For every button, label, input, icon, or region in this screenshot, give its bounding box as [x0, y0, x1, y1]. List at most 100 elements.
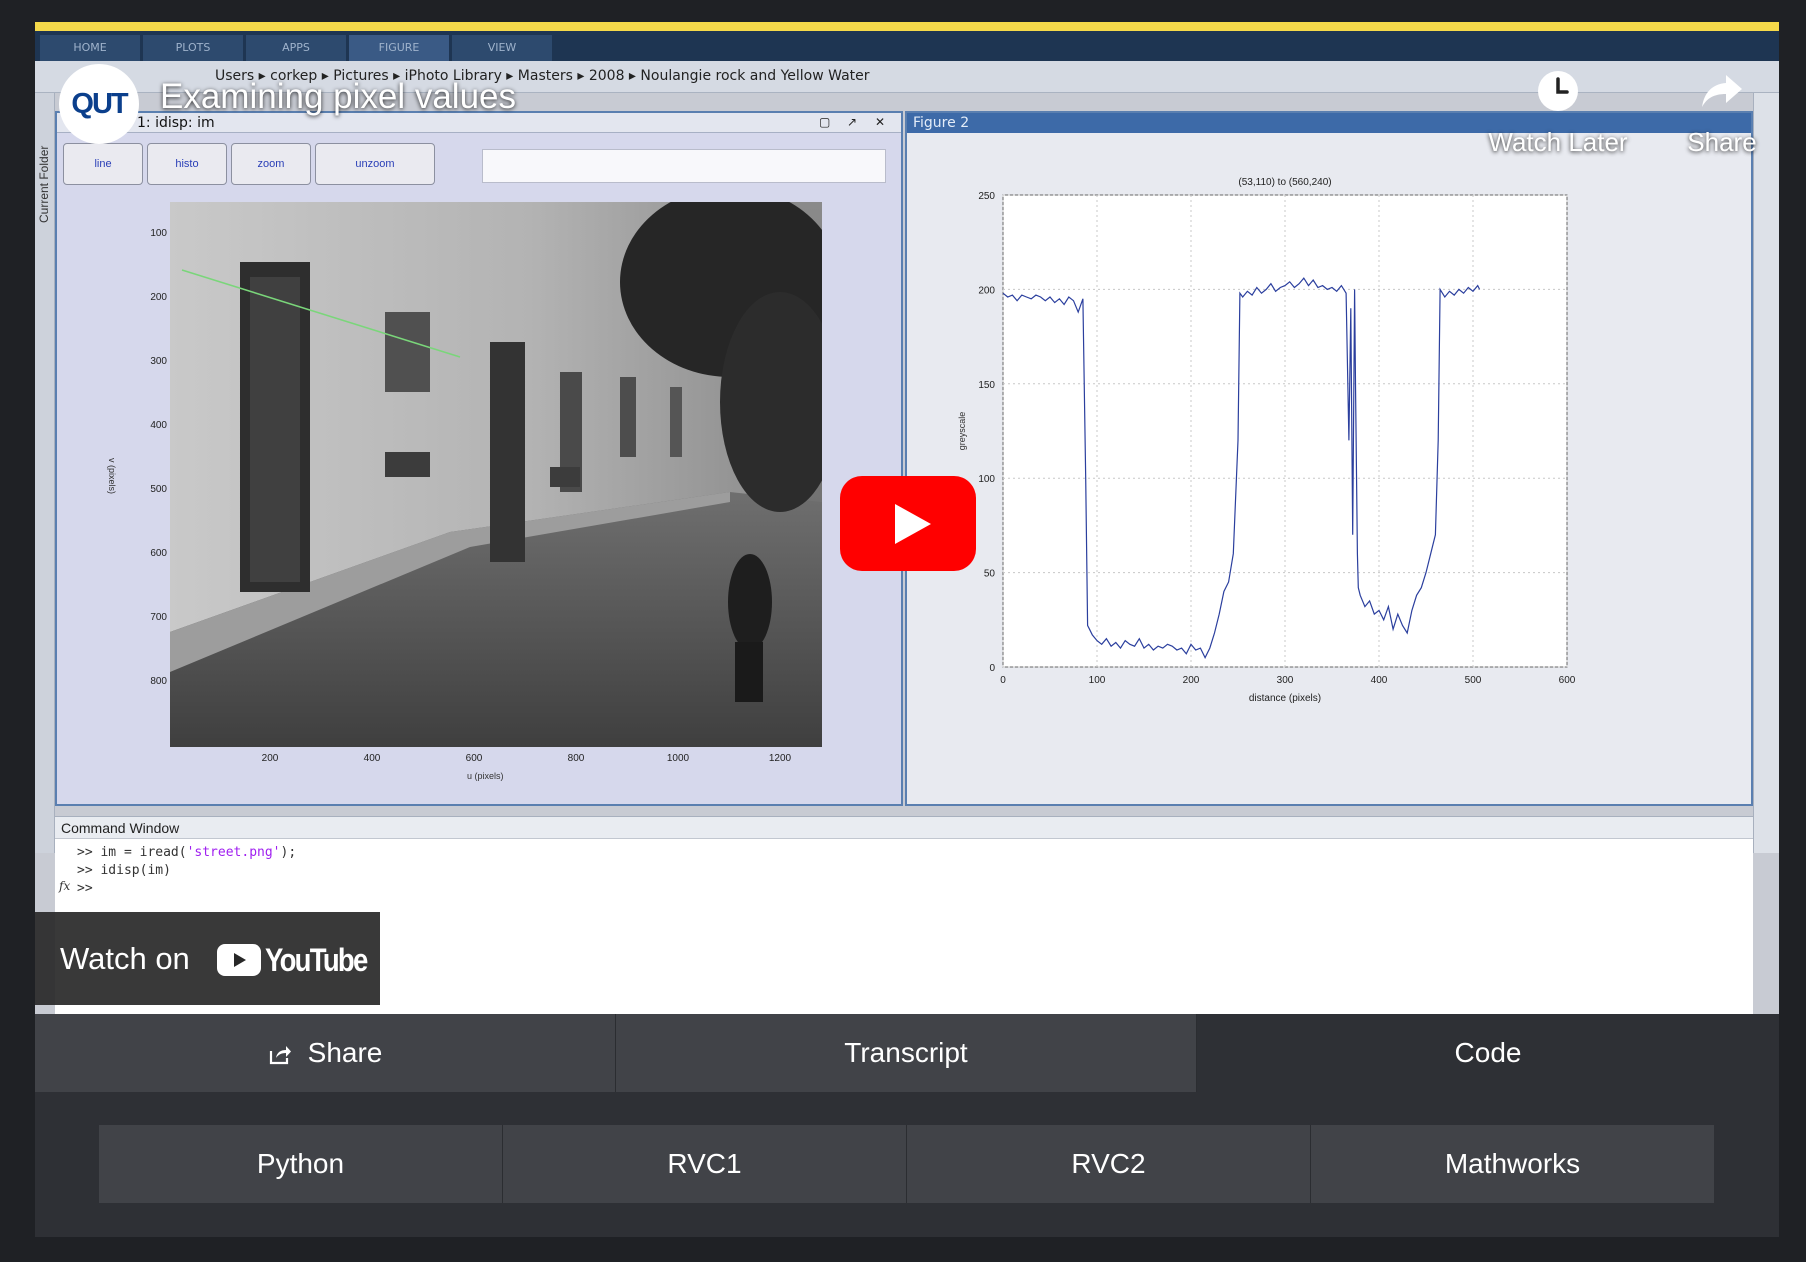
tab-transcript-label: Transcript	[844, 1037, 968, 1068]
prompt: >>	[77, 863, 101, 878]
x-tick-label: 600	[1559, 675, 1576, 686]
close-icon: ✕	[875, 115, 886, 129]
code: im = iread(	[100, 845, 187, 860]
matlab-tab-view: VIEW	[452, 35, 552, 61]
figure1-y-tick: 300	[150, 356, 167, 367]
y-tick-label: 200	[978, 285, 995, 296]
figure1-y-tick: 100	[150, 228, 167, 239]
figure2-window: Figure 2 0 100 200 300 400 500 600 0 50 100 150 200…	[905, 111, 1753, 806]
code-tab-rvc2[interactable]: RVC2	[907, 1125, 1311, 1203]
clock-icon	[1538, 71, 1578, 111]
x-tick-label: 0	[1000, 675, 1006, 686]
figure1-x-tick: 800	[567, 753, 585, 764]
figure1-x-tick: 600	[465, 753, 483, 764]
zoom-button: zoom	[231, 143, 311, 185]
command-window-title: Command Window	[61, 820, 180, 836]
matlab-toolstrip: HOME PLOTS APPS FIGURE VIEW	[35, 31, 1779, 61]
video-embed-frame: HOME PLOTS APPS FIGURE VIEW Users ▸ cork…	[35, 22, 1779, 1237]
prompt: >>	[77, 881, 101, 896]
x-tick-label: 100	[1089, 675, 1106, 686]
figure1-y-tick: 800	[150, 676, 167, 687]
x-tick-label: 500	[1465, 675, 1482, 686]
tab-share-label: Share	[307, 1037, 383, 1068]
y-tick-label: 250	[978, 191, 995, 202]
matlab-tab-apps: APPS	[246, 35, 346, 61]
figure1-title: 1: idisp: im	[137, 115, 215, 131]
command-line: >>	[77, 881, 100, 896]
histo-button: histo	[147, 143, 227, 185]
y-tick-label: 100	[978, 474, 995, 485]
watch-on-label: Watch on	[60, 941, 190, 976]
line-button: line	[63, 143, 143, 185]
channel-logo[interactable]: QUT	[59, 64, 139, 144]
chart-title: (53,110) to (560,240)	[1238, 177, 1331, 188]
x-tick-label: 400	[1371, 675, 1388, 686]
figure1-x-tick: 200	[261, 753, 279, 764]
share-overlay-button[interactable]: Share	[1647, 69, 1779, 158]
code: idisp(im)	[100, 863, 171, 878]
matlab-tab-plots: PLOTS	[143, 35, 243, 61]
figure1-y-tick: 400	[150, 420, 167, 431]
street-image	[170, 202, 822, 747]
tab-transcript[interactable]: Transcript	[616, 1014, 1197, 1092]
figure1-y-tick: 200	[150, 292, 167, 303]
video-title[interactable]: Examining pixel values	[160, 77, 516, 117]
accent-stripe	[35, 22, 1779, 31]
prompt: >>	[77, 845, 101, 860]
code-language-tabs: Python RVC1 RVC2 Mathworks	[99, 1125, 1714, 1203]
watch-later-button[interactable]: Watch Later	[1483, 69, 1633, 158]
share-overlay-label: Share	[1687, 127, 1757, 157]
crumb: 2008	[588, 68, 625, 84]
code-tab-python[interactable]: Python	[99, 1125, 503, 1203]
figure1-window: 1: idisp: im ▢ ↗ ✕ line histo zoom unzoo…	[55, 111, 903, 806]
figure1-y-tick: 500	[150, 484, 167, 495]
y-tick-label: 0	[989, 663, 995, 674]
youtube-play-icon	[217, 944, 261, 976]
figure1-y-tick: 700	[150, 612, 167, 623]
unzoom-button: unzoom	[315, 143, 435, 185]
y-tick-label: 50	[984, 569, 996, 580]
undock-icon: ↗	[847, 115, 858, 129]
share-arrow-icon	[1702, 75, 1742, 107]
figure1-ylabel: v (pixels)	[107, 458, 117, 495]
figure1-x-tick: 1000	[666, 753, 690, 764]
profile-chart: 0 100 200 300 400 500 600 0 50 100 150 200 250 (53,11…	[957, 177, 1576, 704]
figure2-title: Figure 2	[913, 115, 970, 131]
tab-share[interactable]: Share	[35, 1014, 616, 1092]
tab-bar: Share Transcript Code	[35, 1014, 1779, 1092]
video-player[interactable]: HOME PLOTS APPS FIGURE VIEW Users ▸ cork…	[35, 31, 1779, 1014]
play-button[interactable]	[840, 476, 976, 571]
restore-icon: ▢	[819, 115, 831, 129]
code: );	[280, 845, 297, 860]
x-axis-label: distance (pixels)	[1249, 693, 1321, 704]
share-icon	[269, 1046, 291, 1065]
tab-code[interactable]: Code	[1197, 1014, 1779, 1092]
watch-later-label: Watch Later	[1488, 127, 1628, 157]
channel-logo-text: QUT	[71, 88, 128, 120]
y-axis-label: greyscale	[957, 412, 967, 451]
crumb: Noulangie rock and Yellow Water	[640, 68, 870, 84]
youtube-logo: YouTube	[217, 942, 368, 978]
workspace-panel-edge	[1753, 93, 1779, 853]
tab-code-label: Code	[1454, 1037, 1522, 1068]
code-string: 'street.png'	[186, 845, 281, 860]
fx-icon: fx	[59, 879, 71, 893]
play-icon	[895, 504, 931, 544]
youtube-wordmark: YouTube	[265, 942, 368, 978]
matlab-tab-figure: FIGURE	[349, 35, 449, 61]
figure1-y-tick: 600	[150, 548, 167, 559]
code-tab-rvc1[interactable]: RVC1	[503, 1125, 907, 1203]
crumb: Masters	[517, 68, 573, 84]
figure1-x-tick: 1200	[768, 753, 792, 764]
y-tick-label: 150	[978, 380, 995, 391]
current-folder-panel: Current Folder	[35, 93, 55, 853]
x-tick-label: 200	[1183, 675, 1200, 686]
watch-on-youtube-button[interactable]: Watch on YouTube	[35, 912, 380, 1005]
current-folder-label: Current Folder	[37, 145, 51, 223]
figure1-x-tick: 400	[363, 753, 381, 764]
figure1-xlabel: u (pixels)	[467, 771, 504, 781]
command-window-titlebar: Command Window	[55, 817, 1753, 839]
command-line: >> idisp(im)	[77, 863, 171, 878]
code-tab-mathworks[interactable]: Mathworks	[1311, 1125, 1714, 1203]
command-line: >> im = iread('street.png');	[77, 845, 296, 860]
